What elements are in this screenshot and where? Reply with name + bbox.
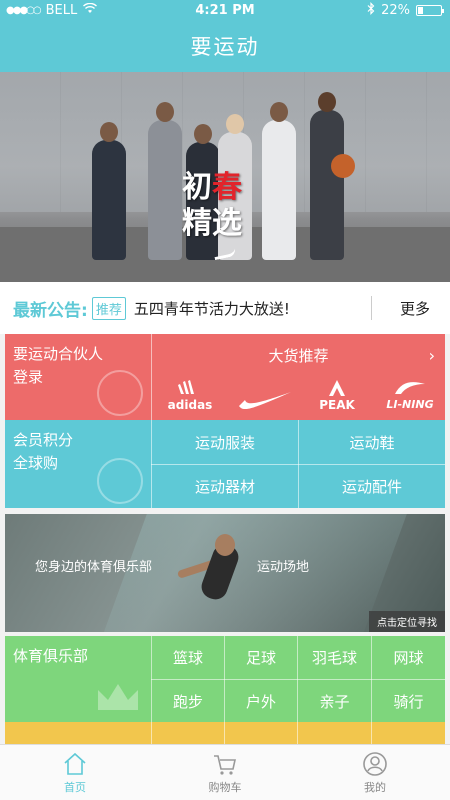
divider [297, 722, 298, 744]
nike-logo-icon[interactable] [237, 388, 293, 412]
banner-athlete [310, 92, 344, 260]
notice-tag: 推荐 [91, 296, 126, 320]
tab-profile[interactable]: 我的 [300, 745, 450, 800]
brand-lining[interactable]: LI-NING [381, 398, 439, 411]
crown-icon [93, 680, 143, 723]
banner-title: 初春 精选 [182, 170, 242, 242]
banner-title-char: 初 [182, 170, 212, 205]
partner-icon [97, 370, 143, 416]
banner-athlete [148, 102, 182, 260]
partner-login-block[interactable]: 要运动合伙人 登录 [5, 334, 151, 420]
sport-basketball[interactable]: 篮球 [152, 636, 224, 679]
hot-goods-link[interactable]: 大货推荐 [152, 334, 445, 376]
divider [371, 296, 372, 320]
chevron-right-icon[interactable]: › [429, 346, 435, 365]
club-banner[interactable]: 您身边的体育俱乐部 运动场地 点击定位寻找 [5, 514, 445, 632]
member-global-block[interactable]: 会员积分 全球购 [5, 420, 151, 508]
notice-more-link[interactable]: 更多 [400, 298, 430, 319]
page-title: 要运动 [190, 35, 260, 59]
notice-title: 最新公告: [13, 300, 88, 321]
home-icon [64, 752, 86, 775]
bluetooth-icon [367, 1, 375, 19]
category-sportswear[interactable]: 运动服装 [152, 420, 298, 464]
adidas-logo-icon [165, 380, 215, 396]
battery-icon [416, 4, 444, 16]
notice-bar: 最新公告: 推荐 五四青年节活力大放送! 更多 [0, 282, 450, 334]
member-points-label: 会员积分 [13, 431, 74, 449]
sport-family[interactable]: 亲子 [298, 680, 371, 722]
sport-cycling[interactable]: 骑行 [372, 680, 445, 722]
member-category-row: 会员积分 全球购 运动服装 运动鞋 运动器材 运动配件 [5, 420, 445, 508]
sports-club-label: 体育俱乐部 [13, 647, 89, 665]
category-accessories[interactable]: 运动配件 [299, 465, 445, 508]
sport-outdoor[interactable]: 户外 [225, 680, 297, 722]
category-shoes[interactable]: 运动鞋 [299, 420, 445, 464]
basketball-icon [331, 154, 355, 178]
status-right: 22% [367, 1, 444, 19]
hot-goods-title: 大货推荐 [268, 346, 329, 365]
nav-bar: 要运动 [0, 20, 450, 72]
sports-club-row: 体育俱乐部 篮球 足球 羽毛球 网球 跑步 户外 亲子 骑行 [5, 636, 445, 722]
promo-banner[interactable]: 初春 精选 [0, 72, 450, 282]
globe-icon [97, 458, 143, 504]
runner-image [176, 534, 267, 630]
tab-profile-label: 我的 [364, 780, 386, 794]
tab-cart[interactable]: 购物车 [150, 745, 300, 800]
battery-percent: 22% [381, 2, 410, 18]
tab-bar: 首页 购物车 我的 [0, 744, 450, 800]
banner-athlete [262, 102, 296, 260]
venue-banner-text: 运动场地 [257, 560, 310, 575]
divider [371, 722, 372, 744]
locate-button[interactable]: 点击定位寻找 [369, 611, 445, 632]
tab-home-label: 首页 [64, 780, 86, 794]
divider [151, 722, 152, 744]
user-icon [363, 751, 387, 776]
club-banner-text: 您身边的体育俱乐部 [35, 560, 153, 575]
partner-hotgoods-row: 要运动合伙人 登录 大货推荐 › adidas PEAK LI-NING [5, 334, 445, 420]
banner-athlete [92, 122, 126, 260]
banner-title-line2: 精选 [182, 206, 242, 241]
partner-label: 要运动合伙人 [13, 345, 104, 363]
status-bar: ●●●○○ BELL 4:21 PM 22% [0, 0, 450, 20]
sport-running[interactable]: 跑步 [152, 680, 224, 722]
brand-peak[interactable]: PEAK [317, 398, 357, 412]
sport-football[interactable]: 足球 [225, 636, 297, 679]
brand-adidas[interactable]: adidas [165, 398, 215, 412]
venue-row-partial [5, 722, 445, 744]
sport-tennis[interactable]: 网球 [372, 636, 445, 679]
tab-home[interactable]: 首页 [0, 745, 150, 800]
peak-logo-icon [317, 378, 357, 398]
sport-badminton[interactable]: 羽毛球 [298, 636, 371, 679]
sports-club-block[interactable]: 体育俱乐部 [5, 636, 151, 722]
banner-title-char-red: 春 [212, 170, 242, 205]
category-equipment[interactable]: 运动器材 [152, 465, 298, 508]
notice-text[interactable]: 五四青年节活力大放送! [134, 298, 290, 319]
tab-cart-label: 购物车 [208, 780, 242, 794]
lining-logo-icon [381, 378, 439, 396]
cart-icon [214, 754, 236, 775]
divider [224, 722, 225, 744]
